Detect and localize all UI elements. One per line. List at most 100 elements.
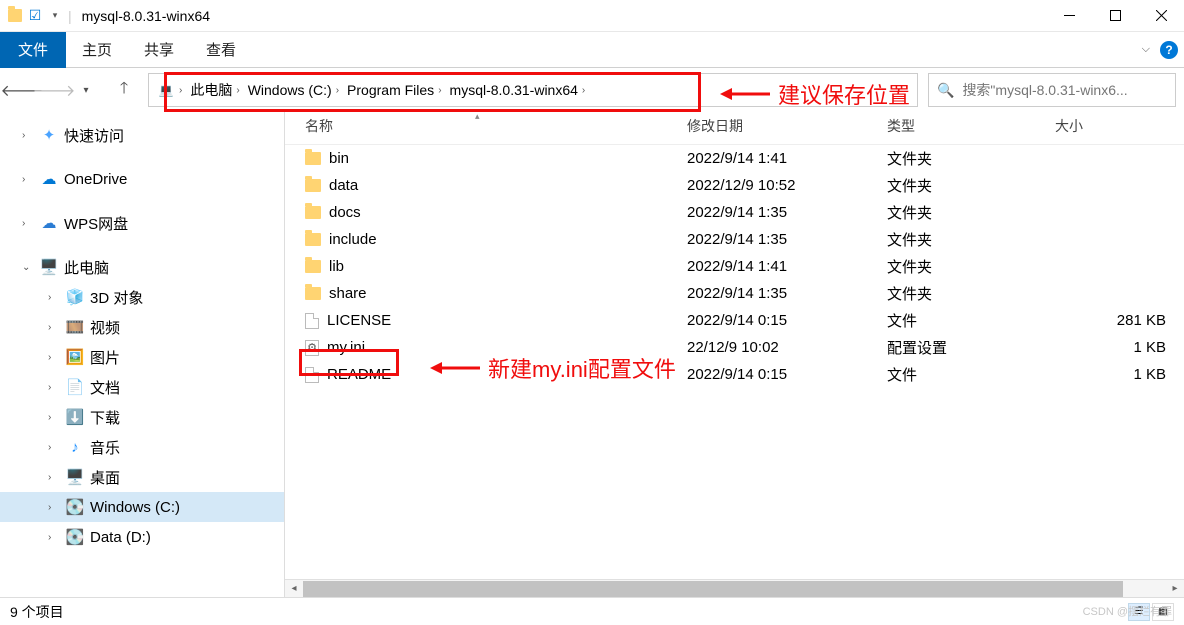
sidebar-onedrive[interactable]: ›☁ OneDrive (0, 164, 284, 194)
file-row[interactable]: LICENSE 2022/9/14 0:15 文件 281 KB (285, 307, 1184, 334)
file-row[interactable]: data 2022/12/9 10:52 文件夹 (285, 172, 1184, 199)
sidebar-item-label: 3D 对象 (90, 287, 143, 308)
horizontal-scrollbar[interactable]: ◂ ▸ (285, 579, 1184, 597)
search-input[interactable] (962, 82, 1167, 98)
close-button[interactable] (1138, 0, 1184, 32)
qat-dropdown-icon[interactable]: ▾ (48, 9, 62, 23)
folder-icon (305, 287, 321, 300)
statusbar: 9 个项目 ☰ ▦ (0, 597, 1184, 625)
sidebar-thispc[interactable]: ⌄🖥️ 此电脑 (0, 252, 284, 282)
breadcrumb-item[interactable]: Windows (C:)› (244, 74, 343, 106)
file-name: README (327, 366, 391, 383)
file-icon (305, 313, 319, 329)
folder-icon (8, 9, 22, 23)
file-name: LICENSE (327, 312, 391, 329)
navbar: 🡐 🡒 ▾ 🡑 💻› 此电脑›Windows (C:)›Program File… (0, 68, 1184, 112)
cloud-icon: ☁ (40, 214, 58, 232)
file-name: share (329, 285, 367, 302)
file-row[interactable]: README 2022/9/14 0:15 文件 1 KB (285, 361, 1184, 388)
sidebar-item[interactable]: ›♪音乐 (0, 432, 284, 462)
sidebar-item[interactable]: ›🧊3D 对象 (0, 282, 284, 312)
file-row[interactable]: lib 2022/9/14 1:41 文件夹 (285, 253, 1184, 280)
file-row[interactable]: ⚙my.ini 22/12/9 10:02 配置设置 1 KB (285, 334, 1184, 361)
file-size: 1 KB (1055, 366, 1184, 383)
sidebar-item-label: WPS网盘 (64, 213, 128, 234)
help-icon[interactable]: ? (1160, 41, 1178, 59)
sidebar-wps[interactable]: ›☁ WPS网盘 (0, 208, 284, 238)
column-size[interactable]: 大小 (1055, 116, 1184, 136)
tab-home[interactable]: 主页 (66, 32, 128, 68)
sidebar-icon: ♪ (66, 438, 84, 456)
column-date[interactable]: 修改日期 (687, 116, 887, 136)
file-date: 2022/9/14 1:35 (687, 204, 887, 221)
file-list: bin 2022/9/14 1:41 文件夹 data 2022/12/9 10… (285, 145, 1184, 579)
sidebar-item-label: 此电脑 (64, 257, 109, 278)
qat-checkbox-icon[interactable]: ☑ (28, 9, 42, 23)
sidebar-item[interactable]: ›🎞️视频 (0, 312, 284, 342)
breadcrumb-item[interactable]: 此电脑› (186, 74, 243, 106)
star-icon: ✦ (40, 126, 58, 144)
sidebar-icon: ⬇️ (66, 408, 84, 426)
cloud-icon: ☁ (40, 170, 58, 188)
search-box[interactable]: 🔍 (928, 73, 1176, 107)
file-row[interactable]: share 2022/9/14 1:35 文件夹 (285, 280, 1184, 307)
breadcrumb-item[interactable]: mysql-8.0.31-winx64› (446, 74, 590, 106)
sidebar-item[interactable]: ›📄文档 (0, 372, 284, 402)
sidebar-item[interactable]: ›🖼️图片 (0, 342, 284, 372)
folder-icon (305, 152, 321, 165)
sidebar-quick-access[interactable]: ›✦ 快速访问 (0, 120, 284, 150)
sidebar-item[interactable]: ›🖥️桌面 (0, 462, 284, 492)
file-name: bin (329, 150, 349, 167)
nav-recent-button[interactable]: ▾ (72, 76, 100, 104)
file-name: lib (329, 258, 344, 275)
sidebar-icon: 🎞️ (66, 318, 84, 336)
file-row[interactable]: docs 2022/9/14 1:35 文件夹 (285, 199, 1184, 226)
file-type: 文件夹 (887, 202, 1055, 223)
file-date: 2022/9/14 0:15 (687, 312, 887, 329)
file-row[interactable]: include 2022/9/14 1:35 文件夹 (285, 226, 1184, 253)
pc-icon: 🖥️ (40, 258, 58, 276)
maximize-button[interactable] (1092, 0, 1138, 32)
column-headers[interactable]: 名称 修改日期 类型 大小 ▴ (285, 112, 1184, 145)
nav-up-button[interactable]: 🡑 (110, 76, 138, 104)
file-date: 2022/9/14 1:41 (687, 150, 887, 167)
file-name: my.ini (327, 339, 365, 356)
file-type: 文件夹 (887, 256, 1055, 277)
file-row[interactable]: bin 2022/9/14 1:41 文件夹 (285, 145, 1184, 172)
file-date: 22/12/9 10:02 (687, 339, 887, 356)
search-icon: 🔍 (937, 82, 954, 99)
sidebar-item[interactable]: ›💽Windows (C:) (0, 492, 284, 522)
file-name: data (329, 177, 358, 194)
tab-share[interactable]: 共享 (128, 32, 190, 68)
file-type: 文件 (887, 364, 1055, 385)
sidebar-icon: 🧊 (66, 288, 84, 306)
breadcrumb[interactable]: 💻› 此电脑›Windows (C:)›Program Files›mysql-… (148, 73, 918, 107)
file-size: 1 KB (1055, 339, 1184, 356)
scroll-left-icon[interactable]: ◂ (285, 581, 303, 597)
sidebar-item[interactable]: ›⬇️下载 (0, 402, 284, 432)
sidebar-item-label: 下载 (90, 407, 120, 428)
sidebar-item-label: OneDrive (64, 171, 127, 188)
sidebar-item-label: 视频 (90, 317, 120, 338)
file-date: 2022/9/14 0:15 (687, 366, 887, 383)
sidebar: ›✦ 快速访问 ›☁ OneDrive ›☁ WPS网盘 ⌄🖥️ 此电脑 ›🧊3… (0, 112, 285, 597)
breadcrumb-item[interactable]: Program Files› (343, 74, 445, 106)
column-name[interactable]: 名称 (305, 116, 687, 136)
file-date: 2022/9/14 1:41 (687, 258, 887, 275)
file-name: docs (329, 204, 361, 221)
sidebar-item[interactable]: ›💽Data (D:) (0, 522, 284, 552)
nav-forward-button[interactable]: 🡒 (40, 76, 68, 104)
column-type[interactable]: 类型 (887, 116, 1055, 136)
tab-file[interactable]: 文件 (0, 32, 66, 68)
titlebar: ☑ ▾ | mysql-8.0.31-winx64 (0, 0, 1184, 32)
file-type: 文件夹 (887, 148, 1055, 169)
minimize-button[interactable] (1046, 0, 1092, 32)
file-icon (305, 367, 319, 383)
sidebar-icon: 📄 (66, 378, 84, 396)
scroll-right-icon[interactable]: ▸ (1166, 581, 1184, 597)
ribbon-expand-icon[interactable]: ⌵ (1142, 43, 1150, 56)
file-type: 文件 (887, 310, 1055, 331)
sidebar-item-label: Data (D:) (90, 529, 151, 546)
ribbon: 文件 主页 共享 查看 ⌵ ? (0, 32, 1184, 68)
tab-view[interactable]: 查看 (190, 32, 252, 68)
